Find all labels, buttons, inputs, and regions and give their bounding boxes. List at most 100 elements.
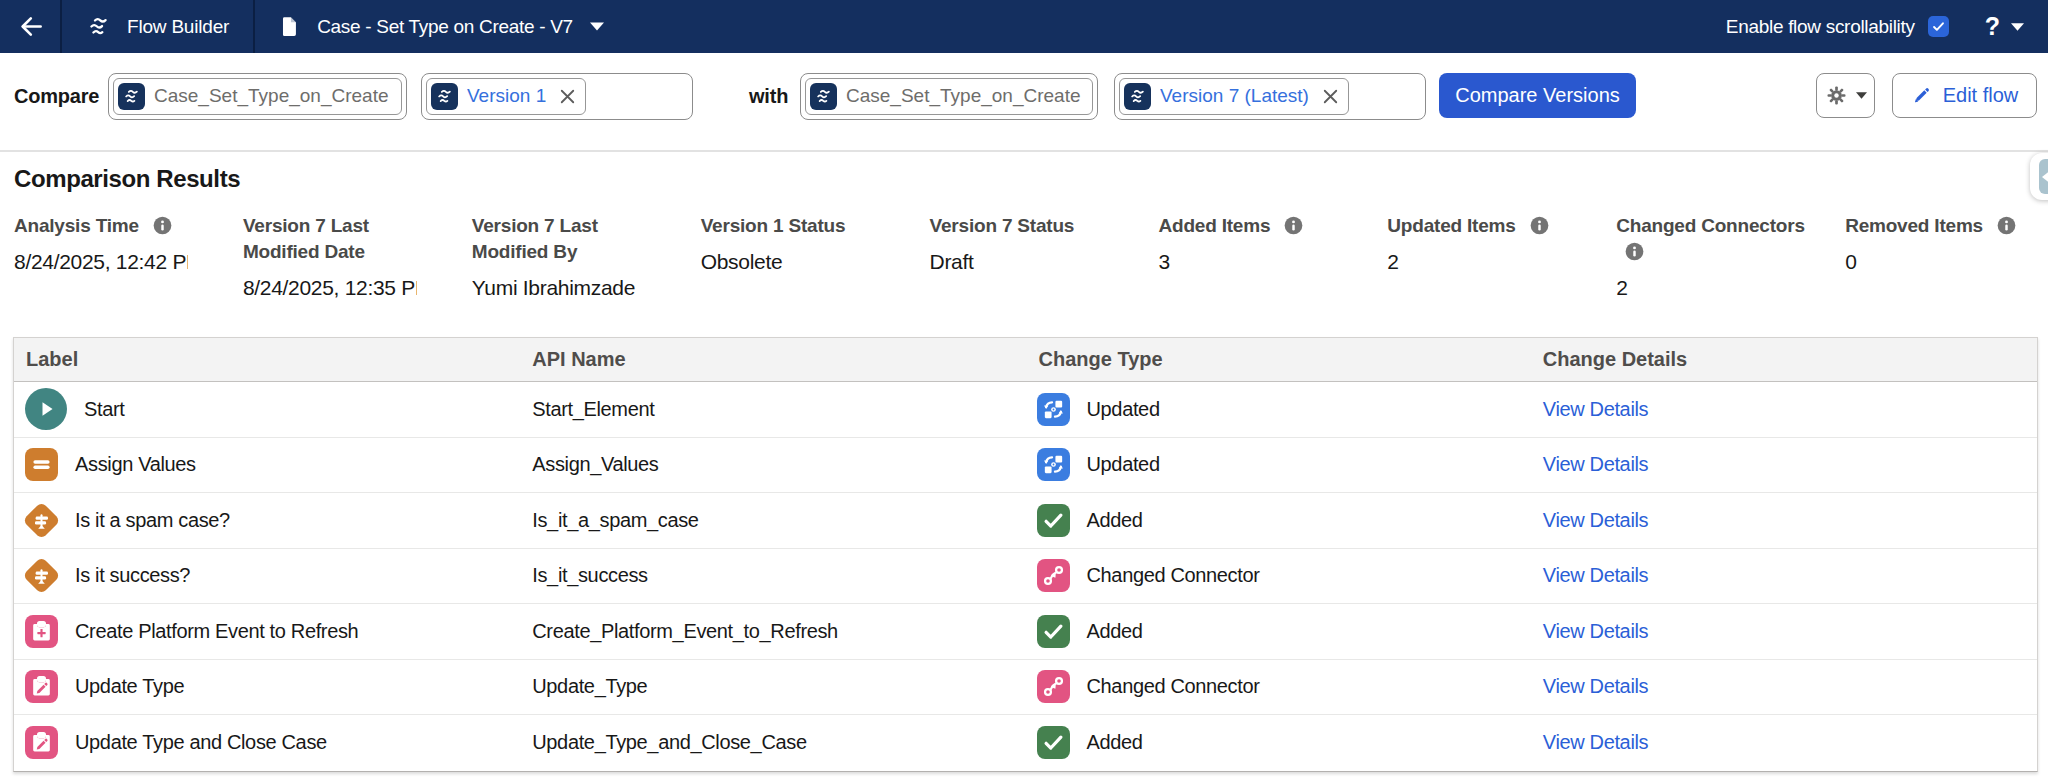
view-details-link[interactable]: View Details bbox=[1543, 453, 1648, 475]
with-label: with bbox=[749, 85, 788, 108]
changed-connector-icon bbox=[1037, 670, 1070, 703]
chevron-down-icon bbox=[1856, 92, 1867, 99]
element-label: Update Type and Close Case bbox=[75, 731, 327, 754]
stat-value: 0 bbox=[1845, 250, 2019, 274]
view-details-link[interactable]: View Details bbox=[1543, 620, 1648, 642]
flow-icon bbox=[1124, 83, 1151, 110]
stat-label: Changed Connectors bbox=[1616, 213, 1817, 265]
label-cell: Start bbox=[14, 388, 520, 430]
info-icon[interactable] bbox=[1997, 216, 2016, 235]
left-version-pill: Version 1 bbox=[426, 78, 586, 115]
decision-icon bbox=[25, 557, 58, 595]
compare-toolbar: Compare Case_Set_Type_on_Create Version … bbox=[0, 53, 2048, 150]
pencil-icon bbox=[1911, 85, 1932, 106]
change-type-cell: Added bbox=[1027, 615, 1533, 648]
table-row: StartStart_ElementUpdatedView Details bbox=[14, 382, 2037, 438]
flow-icon bbox=[118, 83, 145, 110]
change-details-cell: View Details bbox=[1533, 453, 2037, 476]
info-icon[interactable] bbox=[153, 216, 172, 235]
view-details-link[interactable]: View Details bbox=[1543, 675, 1648, 697]
help-icon: ? bbox=[1985, 12, 2000, 41]
flow-title-menu[interactable]: Case - Set Type on Create - V7 bbox=[255, 0, 604, 53]
view-details-link[interactable]: View Details bbox=[1543, 731, 1648, 753]
right-flow-value: Case_Set_Type_on_Create bbox=[846, 85, 1081, 107]
change-type-cell: Updated bbox=[1027, 448, 1533, 481]
info-icon[interactable] bbox=[1530, 216, 1549, 235]
back-button[interactable] bbox=[0, 0, 60, 53]
edit-flow-button[interactable]: Edit flow bbox=[1892, 73, 2037, 118]
decision-icon bbox=[25, 501, 58, 539]
stat-analysis-time: Analysis Time 8/24/2025, 12:42 PM bbox=[14, 213, 243, 300]
element-label: Is it a spam case? bbox=[75, 509, 230, 532]
change-details-cell: View Details bbox=[1533, 620, 2037, 643]
updated-change-icon bbox=[1037, 448, 1070, 481]
record-update-icon bbox=[25, 670, 58, 703]
right-version-combobox[interactable]: Version 7 (Latest) bbox=[1114, 73, 1426, 120]
right-version-pill: Version 7 (Latest) bbox=[1119, 78, 1349, 115]
api-name-cell: Assign_Values bbox=[520, 453, 1026, 476]
chevron-left-icon bbox=[2042, 170, 2048, 184]
column-header-label: Label bbox=[14, 348, 520, 371]
table-row: Is it a spam case? Is_it_a_spam_case Added… bbox=[14, 493, 2037, 549]
stat-value: 2 bbox=[1387, 250, 1561, 274]
stat-label: Analysis Time bbox=[14, 213, 215, 239]
right-flow-combobox[interactable]: Case_Set_Type_on_Create bbox=[800, 73, 1098, 120]
remove-version-icon[interactable] bbox=[1322, 88, 1339, 105]
stat-value: 8/24/2025, 12:42 PM bbox=[14, 250, 188, 274]
info-icon[interactable] bbox=[1625, 242, 1644, 261]
label-cell: Assign Values bbox=[14, 448, 520, 481]
left-version-combobox[interactable]: Version 1 bbox=[421, 73, 693, 120]
remove-version-icon[interactable] bbox=[559, 88, 576, 105]
gear-icon bbox=[1825, 84, 1848, 107]
column-header-api-name: API Name bbox=[520, 348, 1026, 371]
change-type-cell: Changed Connector bbox=[1027, 670, 1533, 703]
stat-value: 8/24/2025, 12:35 PM bbox=[243, 276, 417, 300]
table-body: StartStart_ElementUpdatedView DetailsAss… bbox=[14, 382, 2037, 771]
change-type-label: Changed Connector bbox=[1087, 675, 1260, 698]
stat-value: Yumi Ibrahimzade bbox=[472, 276, 646, 300]
view-details-link[interactable]: View Details bbox=[1543, 564, 1648, 586]
flow-scrollability-checkbox[interactable] bbox=[1928, 16, 1949, 37]
help-menu[interactable]: ? bbox=[1985, 12, 2024, 41]
comparison-table: Label API Name Change Type Change Detail… bbox=[13, 337, 2038, 772]
table-row: Assign ValuesAssign_Values Updated View De… bbox=[14, 438, 2037, 494]
compare-label: Compare bbox=[14, 85, 99, 108]
flow-scrollability-label: Enable flow scrollability bbox=[1726, 16, 1915, 38]
api-name-cell: Update_Type bbox=[520, 675, 1026, 698]
change-details-cell: View Details bbox=[1533, 675, 2037, 698]
table-row: Update Type and Close CaseUpdate_Type_an… bbox=[14, 715, 2037, 771]
summary-stats: Analysis Time 8/24/2025, 12:42 PM Version… bbox=[14, 213, 2048, 300]
change-type-label: Added bbox=[1087, 509, 1143, 532]
check-icon bbox=[1931, 19, 1946, 34]
table-header-row: Label API Name Change Type Change Detail… bbox=[14, 338, 2037, 382]
back-arrow-icon bbox=[17, 13, 44, 40]
scroll-panel-toggle[interactable] bbox=[2030, 153, 2048, 200]
change-type-cell: Added bbox=[1027, 504, 1533, 537]
element-label: Is it success? bbox=[75, 564, 190, 587]
change-details-cell: View Details bbox=[1533, 509, 2037, 532]
left-flow-combobox[interactable]: Case_Set_Type_on_Create bbox=[108, 73, 407, 120]
stat-removed-items: Removed Items 0 bbox=[1845, 213, 2048, 300]
assignment-icon bbox=[25, 448, 58, 481]
updated-change-icon bbox=[1037, 393, 1070, 426]
api-name-cell: Is_it_a_spam_case bbox=[520, 509, 1026, 532]
stat-version-7-last-modified-by: Version 7 Last Modified ByYumi Ibrahimza… bbox=[472, 213, 701, 300]
column-header-change-details: Change Details bbox=[1533, 348, 2037, 371]
scroll-panel-thumb bbox=[2039, 159, 2048, 194]
record-update-icon bbox=[25, 726, 58, 759]
section-divider bbox=[0, 150, 2048, 152]
change-type-cell: Updated bbox=[1027, 393, 1533, 426]
edit-flow-label: Edit flow bbox=[1943, 84, 2019, 107]
settings-menu-button[interactable] bbox=[1816, 73, 1875, 118]
compare-versions-button[interactable]: Compare Versions bbox=[1439, 73, 1636, 118]
change-details-cell: View Details bbox=[1533, 564, 2037, 587]
view-details-link[interactable]: View Details bbox=[1543, 509, 1648, 531]
results-title: Comparison Results bbox=[14, 165, 240, 193]
right-version-value: Version 7 (Latest) bbox=[1160, 85, 1309, 107]
info-icon[interactable] bbox=[1284, 216, 1303, 235]
stat-value: 3 bbox=[1158, 250, 1332, 274]
chevron-down-icon bbox=[2011, 23, 2024, 31]
label-cell: Create Platform Event to Refresh bbox=[14, 615, 520, 648]
change-type-label: Updated bbox=[1087, 453, 1160, 476]
view-details-link[interactable]: View Details bbox=[1543, 398, 1648, 420]
